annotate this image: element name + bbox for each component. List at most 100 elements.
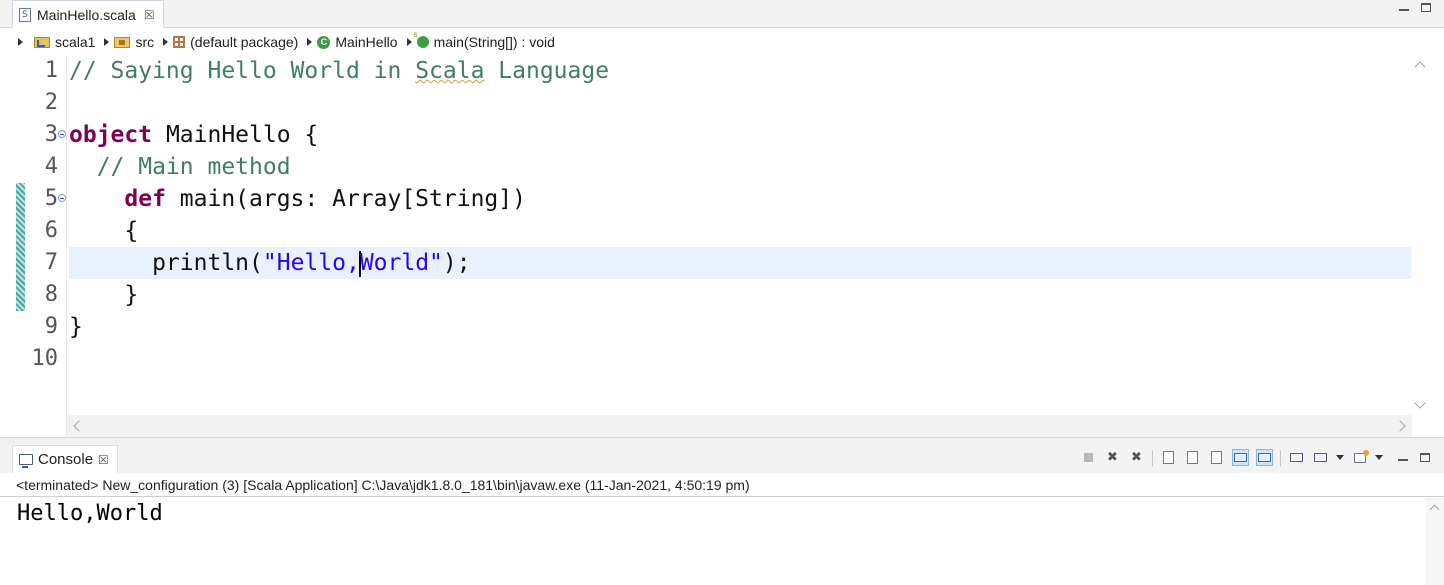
gutter-divider xyxy=(66,55,67,437)
scroll-lock-button[interactable] xyxy=(1184,449,1201,466)
code-token: main(args: Array[String]) xyxy=(165,186,526,212)
keyword-token: def xyxy=(124,186,166,212)
toolbar-separator xyxy=(1152,449,1153,466)
code-line-3: object MainHello { xyxy=(69,119,1411,151)
scroll-left-icon[interactable] xyxy=(73,420,85,432)
spellcheck-token: Scala xyxy=(415,58,485,84)
chevron-right-icon[interactable] xyxy=(406,38,412,46)
breadcrumb-item-project[interactable]: scala1 xyxy=(18,34,95,50)
display-console-dropdown-icon[interactable] xyxy=(1336,455,1344,460)
line-number: 8 xyxy=(44,282,58,307)
stop-icon xyxy=(1084,453,1093,462)
clear-console-button[interactable] xyxy=(1160,449,1177,466)
class-icon: C xyxy=(317,35,331,49)
show-console-stderr-icon xyxy=(1258,453,1271,462)
editor-tab-label: MainHello.scala xyxy=(37,6,136,23)
scroll-lock-icon xyxy=(1187,451,1198,464)
editor-vertical-scrollbar[interactable] xyxy=(1412,55,1430,415)
chevron-right-icon[interactable] xyxy=(307,38,313,46)
open-console-button[interactable] xyxy=(1351,449,1369,466)
code-text-area[interactable]: // Saying Hello World in Scala Language … xyxy=(69,55,1411,415)
pin-console-button[interactable] xyxy=(1288,449,1305,466)
editor-window-controls xyxy=(1399,3,1431,12)
console-vertical-scrollbar[interactable] xyxy=(1426,497,1444,585)
code-editor[interactable]: 1 2 3 4 5 6 7 8 9 10 // Saying Hello Wor… xyxy=(14,55,1430,437)
scroll-up-icon[interactable] xyxy=(1414,61,1426,73)
line-number: 1 xyxy=(44,58,58,83)
breadcrumb-label: (default package) xyxy=(190,34,299,50)
scroll-down-icon[interactable] xyxy=(1414,397,1426,409)
line-number: 4 xyxy=(44,154,58,179)
terminate-button[interactable] xyxy=(1080,449,1097,466)
show-console-stdout-icon xyxy=(1234,453,1247,462)
tab-console[interactable]: Console ☒ xyxy=(12,445,118,473)
word-wrap-button[interactable] xyxy=(1208,449,1225,466)
line-number: 9 xyxy=(44,314,58,339)
breadcrumb-item-method[interactable]: main(String[]) : void xyxy=(406,30,555,50)
comment-token: // Main method xyxy=(69,154,291,180)
code-token: } xyxy=(69,282,139,308)
console-output-area[interactable]: Hello,World xyxy=(10,497,1426,585)
expand-arrow-icon[interactable] xyxy=(18,38,23,46)
close-tab-icon[interactable]: ☒ xyxy=(144,8,155,22)
remove-all-icon: ✖ xyxy=(1131,450,1142,465)
fold-collapse-icon[interactable] xyxy=(58,130,66,138)
display-console-icon xyxy=(1314,453,1327,462)
maximize-icon[interactable] xyxy=(1421,3,1431,12)
open-console-dropdown-icon[interactable] xyxy=(1375,455,1383,460)
remove-icon: ✖ xyxy=(1107,450,1118,465)
comment-token: // Saying Hello World in xyxy=(69,58,416,84)
editor-tab-mainhello[interactable]: S MainHello.scala ☒ xyxy=(12,0,164,28)
code-token: } xyxy=(69,314,83,340)
console-process-status: <terminated> New_configuration (3) [Scal… xyxy=(0,473,1444,497)
scroll-right-icon[interactable] xyxy=(1394,420,1406,432)
breadcrumb-label: main(String[]) : void xyxy=(433,34,555,50)
chevron-right-icon[interactable] xyxy=(163,38,169,46)
method-icon xyxy=(414,30,429,48)
code-line-5: def main(args: Array[String]) xyxy=(69,183,1411,215)
scala-file-icon: S xyxy=(19,7,31,22)
close-tab-icon[interactable]: ☒ xyxy=(98,453,109,467)
code-line-4: // Main method xyxy=(69,151,1411,183)
line-number: 6 xyxy=(44,218,58,243)
console-window-controls xyxy=(1398,453,1430,462)
line-number: 5 xyxy=(44,186,58,211)
breadcrumb-item-src[interactable]: src xyxy=(104,34,154,50)
console-tab-label: Console xyxy=(38,451,94,468)
breadcrumb-label: MainHello xyxy=(335,34,398,50)
package-icon xyxy=(173,36,186,48)
panel-divider[interactable] xyxy=(0,437,1444,444)
console-output-line: Hello,World xyxy=(17,501,163,526)
code-token: { xyxy=(69,218,139,244)
breadcrumb-item-class[interactable]: C MainHello xyxy=(307,34,398,50)
remove-launch-button[interactable]: ✖ xyxy=(1104,449,1121,466)
indent-token xyxy=(69,186,124,212)
editor-tab-bar: S MainHello.scala ☒ xyxy=(0,0,1444,28)
maximize-icon[interactable] xyxy=(1420,453,1430,462)
code-token: ); xyxy=(442,250,471,276)
line-number: 3 xyxy=(44,122,58,147)
word-wrap-icon xyxy=(1211,451,1222,464)
code-line-8: } xyxy=(69,279,1411,311)
breadcrumb-label: scala1 xyxy=(55,34,96,50)
display-console-button[interactable] xyxy=(1312,449,1329,466)
breadcrumb-item-package[interactable]: (default package) xyxy=(163,34,298,50)
minimize-icon[interactable] xyxy=(1398,459,1408,461)
scroll-up-icon[interactable] xyxy=(1429,504,1440,515)
remove-all-terminated-button[interactable]: ✖ xyxy=(1128,449,1145,466)
comment-token: Language xyxy=(484,58,610,84)
show-on-stderr-button[interactable] xyxy=(1256,449,1273,466)
show-on-stdout-button[interactable] xyxy=(1232,449,1249,466)
breadcrumb-label: src xyxy=(135,34,155,50)
chevron-right-icon[interactable] xyxy=(104,38,110,46)
string-token: World" xyxy=(359,250,443,276)
minimize-icon[interactable] xyxy=(1399,9,1409,11)
editor-horizontal-scrollbar[interactable] xyxy=(67,415,1412,437)
source-folder-icon xyxy=(114,36,131,48)
code-line-7-current: println("Hello,World"); xyxy=(69,247,1411,279)
clear-console-icon xyxy=(1163,451,1174,464)
fold-collapse-icon[interactable] xyxy=(58,194,66,202)
toolbar-separator xyxy=(1280,449,1281,466)
change-indicator-bar xyxy=(16,183,25,311)
